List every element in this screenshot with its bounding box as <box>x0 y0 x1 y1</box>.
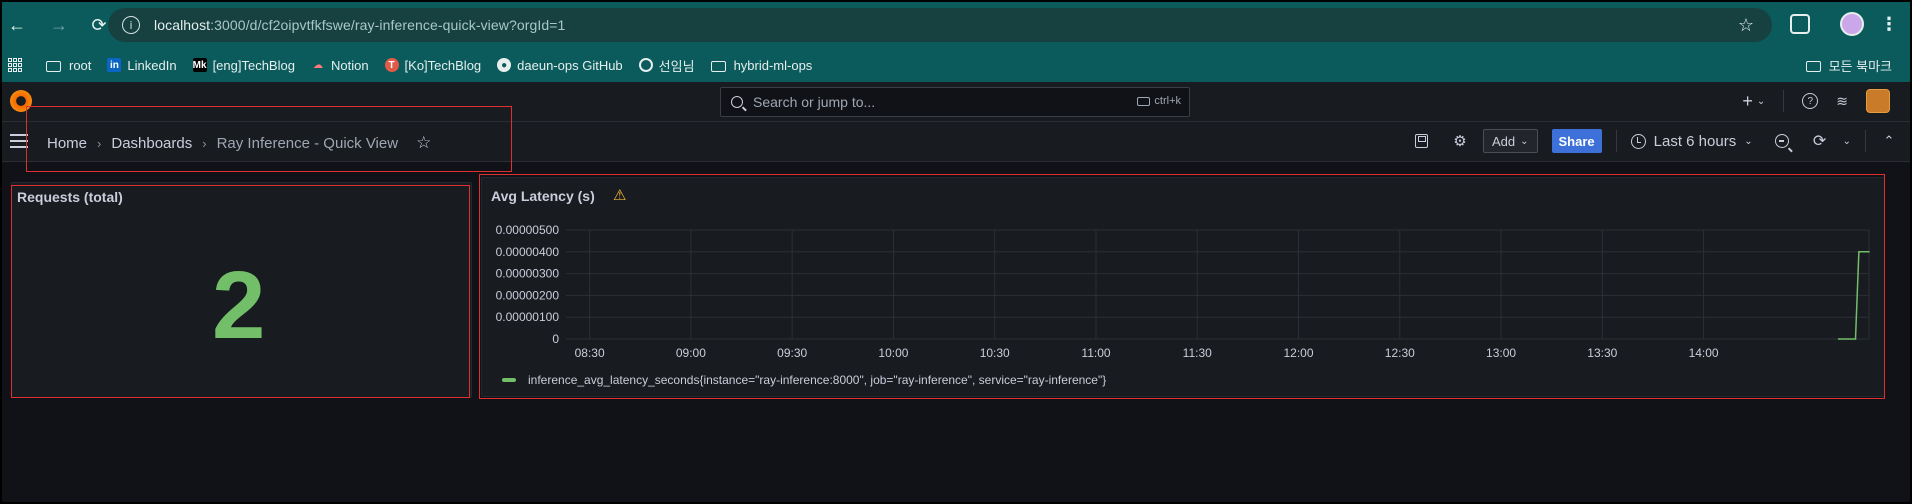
x-tick-label: 11:30 <box>1183 346 1212 360</box>
x-tick-label: 09:00 <box>676 346 706 360</box>
x-tick-label: 10:30 <box>980 346 1010 360</box>
y-tick-label: 0.00000200 <box>496 288 560 302</box>
latency-chart: 0 0.00000100 0.00000200 0.00000300 0.0000040… <box>496 223 1870 360</box>
x-tick-label: 10:00 <box>878 346 908 360</box>
x-tick-label: 14:00 <box>1689 346 1719 360</box>
y-tick-label: 0.00000300 <box>496 267 560 281</box>
series-point <box>1837 338 1840 340</box>
series-point <box>1858 251 1860 253</box>
y-tick-label: 0.00000500 <box>496 223 560 237</box>
chart-legend[interactable]: inference_avg_latency_seconds{instance="… <box>502 373 1106 387</box>
x-tick-label: 11:00 <box>1081 346 1110 360</box>
x-tick-label: 13:30 <box>1587 346 1617 360</box>
y-tick-label: 0.00000400 <box>496 245 560 259</box>
legend-label: inference_avg_latency_seconds{instance="… <box>528 373 1107 387</box>
series-point <box>1854 338 1857 340</box>
y-tick-label: 0.00000100 <box>496 310 560 324</box>
x-tick-label: 08:30 <box>575 346 605 360</box>
series-point <box>1868 251 1870 253</box>
x-tick-label: 13:00 <box>1486 346 1516 360</box>
y-tick-label: 0 <box>552 332 559 346</box>
screenshot-frame: ← → ⟳ i localhost:3000/d/cf2oipvtfkfswe/… <box>0 0 1912 504</box>
x-tick-label: 09:30 <box>777 346 807 360</box>
x-tick-label: 12:00 <box>1283 346 1313 360</box>
legend-swatch <box>502 378 516 382</box>
x-tick-label: 12:30 <box>1385 346 1415 360</box>
